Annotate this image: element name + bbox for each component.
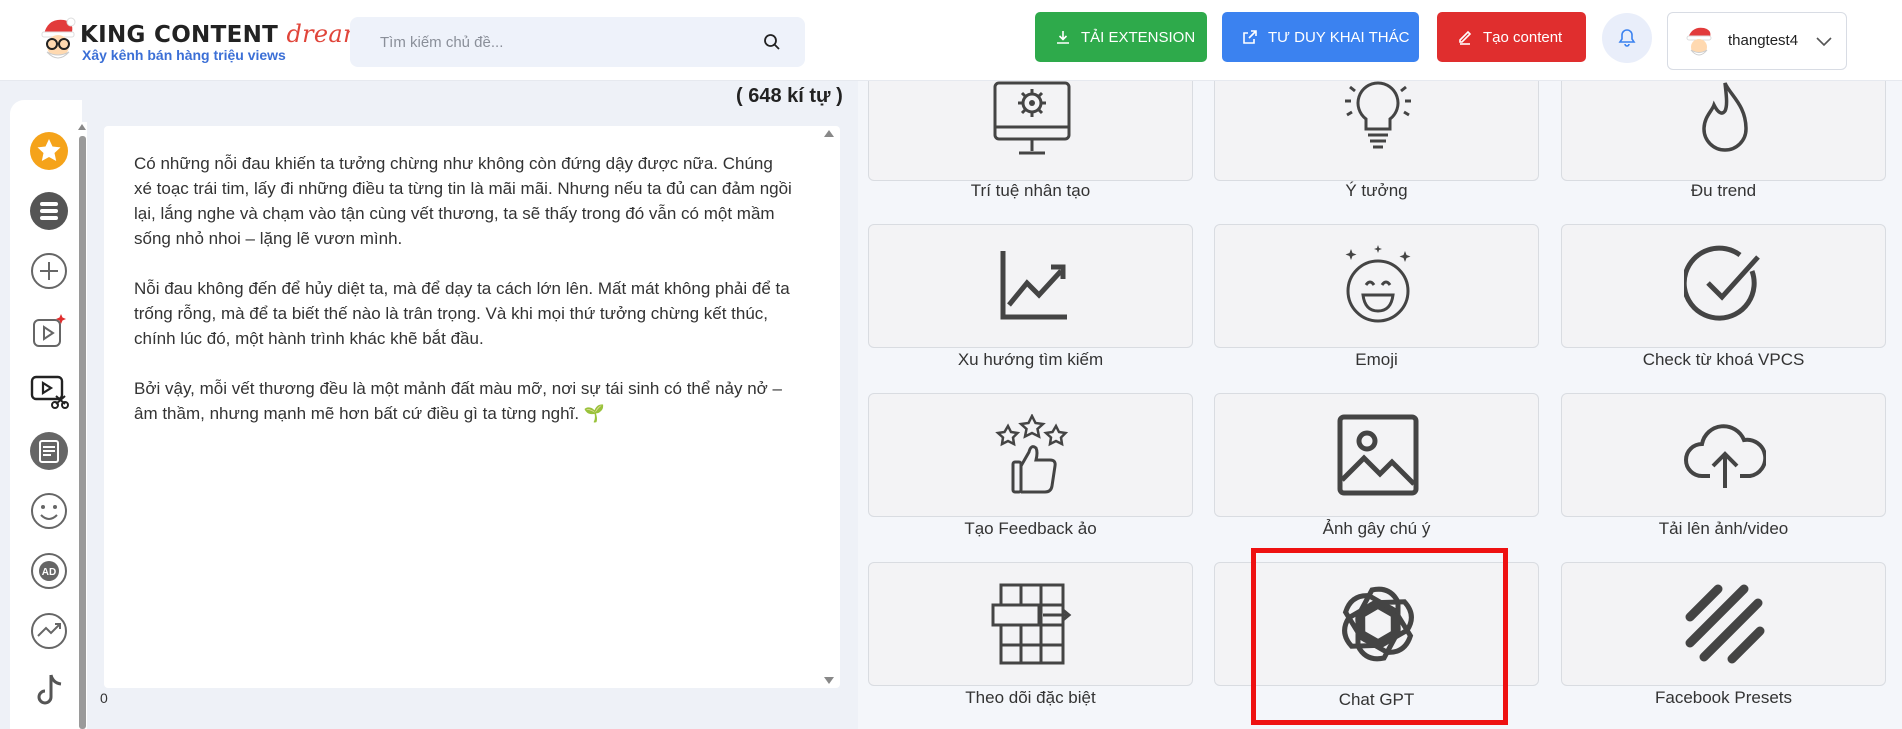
download-extension-button[interactable]: TẢI EXTENSION bbox=[1035, 12, 1207, 62]
tool-label: Emoji bbox=[1355, 350, 1398, 369]
plus-circle-icon[interactable] bbox=[29, 251, 69, 291]
editor-paragraph: Bởi vậy, mỗi vết thương đều là một mảnh … bbox=[134, 379, 782, 423]
rail-scrollbar[interactable] bbox=[78, 122, 87, 729]
video-star-icon[interactable] bbox=[29, 311, 69, 351]
tool-label: Facebook Presets bbox=[1654, 688, 1792, 707]
chatgpt-icon bbox=[1342, 586, 1414, 662]
tool-card-emoji[interactable] bbox=[1214, 224, 1539, 348]
editor-paragraph: Nỗi đau không đến để hủy diệt ta, mà để … bbox=[134, 279, 790, 348]
table-track-icon bbox=[991, 583, 1072, 665]
cloud-upload-icon bbox=[1684, 424, 1766, 488]
tool-label: Đu trend bbox=[1690, 181, 1757, 200]
video-edit-icon[interactable] bbox=[29, 371, 69, 411]
svg-text:AD: AD bbox=[42, 567, 56, 578]
avatar bbox=[1686, 27, 1712, 56]
tool-card-fake-feedback[interactable] bbox=[868, 393, 1193, 517]
tool-card-attention-image[interactable] bbox=[1214, 393, 1539, 517]
trend-icon[interactable] bbox=[29, 611, 69, 651]
tool-label: Chat GPT bbox=[1338, 690, 1415, 709]
tool-card-idea[interactable] bbox=[1214, 81, 1539, 181]
editor-paragraph: Có những nỗi đau khiến ta tưởng chừng nh… bbox=[134, 154, 792, 248]
tool-label: Check từ khoá VPCS bbox=[1642, 350, 1805, 369]
tool-card-facebook-presets[interactable] bbox=[1561, 562, 1886, 686]
tool-card-trend[interactable] bbox=[1561, 81, 1886, 181]
smiley-icon[interactable] bbox=[29, 491, 69, 531]
feedback-icon bbox=[995, 414, 1069, 494]
document-icon[interactable] bbox=[29, 431, 69, 471]
slashes-icon bbox=[1685, 584, 1765, 664]
chevron-down-icon bbox=[1816, 37, 1832, 47]
tool-label: Ý tưởng bbox=[1345, 181, 1408, 200]
tool-label: Theo dõi đặc biệt bbox=[965, 688, 1096, 707]
header: KING CONTENT dream Xây kênh bán hàng tri… bbox=[0, 0, 1902, 81]
tool-card-ai[interactable] bbox=[868, 81, 1193, 181]
create-content-button[interactable]: Tạo content bbox=[1437, 12, 1586, 62]
image-icon bbox=[1337, 414, 1419, 496]
search-input[interactable] bbox=[350, 17, 750, 67]
lightbulb-icon bbox=[1345, 81, 1411, 149]
tool-label: Xu hướng tìm kiếm bbox=[957, 350, 1104, 369]
search-icon[interactable] bbox=[763, 33, 781, 51]
trend-chart-icon bbox=[1000, 251, 1067, 320]
check-circle-icon bbox=[1684, 245, 1760, 321]
tu-duy-khai-thac-button[interactable]: TƯ DUY KHAI THÁC bbox=[1222, 12, 1419, 62]
char-count: ( 648 kí tự ) bbox=[736, 85, 843, 107]
word-count: 0 bbox=[100, 690, 108, 706]
username: thangtest4 bbox=[1728, 32, 1799, 49]
logo-title: KING CONTENT dream bbox=[80, 20, 367, 48]
download-icon bbox=[1057, 31, 1069, 44]
emoji-icon bbox=[1345, 245, 1411, 323]
ad-icon[interactable]: AD bbox=[29, 551, 69, 591]
ai-computer-icon bbox=[993, 81, 1071, 155]
pencil-icon bbox=[1459, 30, 1472, 45]
logo-subtitle: Xây kênh bán hàng triệu views bbox=[82, 47, 286, 63]
tu-duy-khai-thac-label: TƯ DUY KHAI THÁC bbox=[1268, 28, 1410, 46]
editor-text[interactable]: Có những nỗi đau khiến ta tưởng chừng nh… bbox=[134, 151, 794, 451]
tool-card-search-trend[interactable] bbox=[868, 224, 1193, 348]
external-link-icon bbox=[1243, 30, 1257, 44]
tool-label: Ảnh gây chú ý bbox=[1322, 519, 1431, 538]
favorites-star-icon[interactable] bbox=[29, 131, 69, 171]
search-box bbox=[350, 17, 805, 67]
tool-card-upload[interactable] bbox=[1561, 393, 1886, 517]
create-content-label: Tạo content bbox=[1483, 28, 1563, 46]
content-editor[interactable]: Có những nỗi đau khiến ta tưởng chừng nh… bbox=[104, 126, 840, 688]
list-icon[interactable] bbox=[29, 191, 69, 231]
editor-scrollbar[interactable] bbox=[818, 126, 840, 688]
user-menu[interactable]: thangtest4 bbox=[1667, 12, 1847, 70]
download-extension-label: TẢI EXTENSION bbox=[1081, 28, 1196, 46]
tool-label: Trí tuệ nhân tạo bbox=[970, 181, 1091, 200]
tool-label: Tải lên ảnh/video bbox=[1658, 519, 1789, 538]
notification-bell-button[interactable] bbox=[1602, 13, 1652, 63]
tool-label: Tạo Feedback ảo bbox=[964, 519, 1097, 538]
logo[interactable]: KING CONTENT dream Xây kênh bán hàng tri… bbox=[38, 16, 366, 68]
santa-mascot-icon bbox=[41, 17, 76, 59]
flame-icon bbox=[1702, 82, 1748, 152]
bell-icon bbox=[1618, 29, 1636, 47]
tool-card-check-keyword[interactable] bbox=[1561, 224, 1886, 348]
tiktok-icon[interactable] bbox=[29, 671, 69, 711]
tool-card-special-tracking[interactable] bbox=[868, 562, 1193, 686]
tool-card-chatgpt[interactable] bbox=[1214, 562, 1539, 686]
